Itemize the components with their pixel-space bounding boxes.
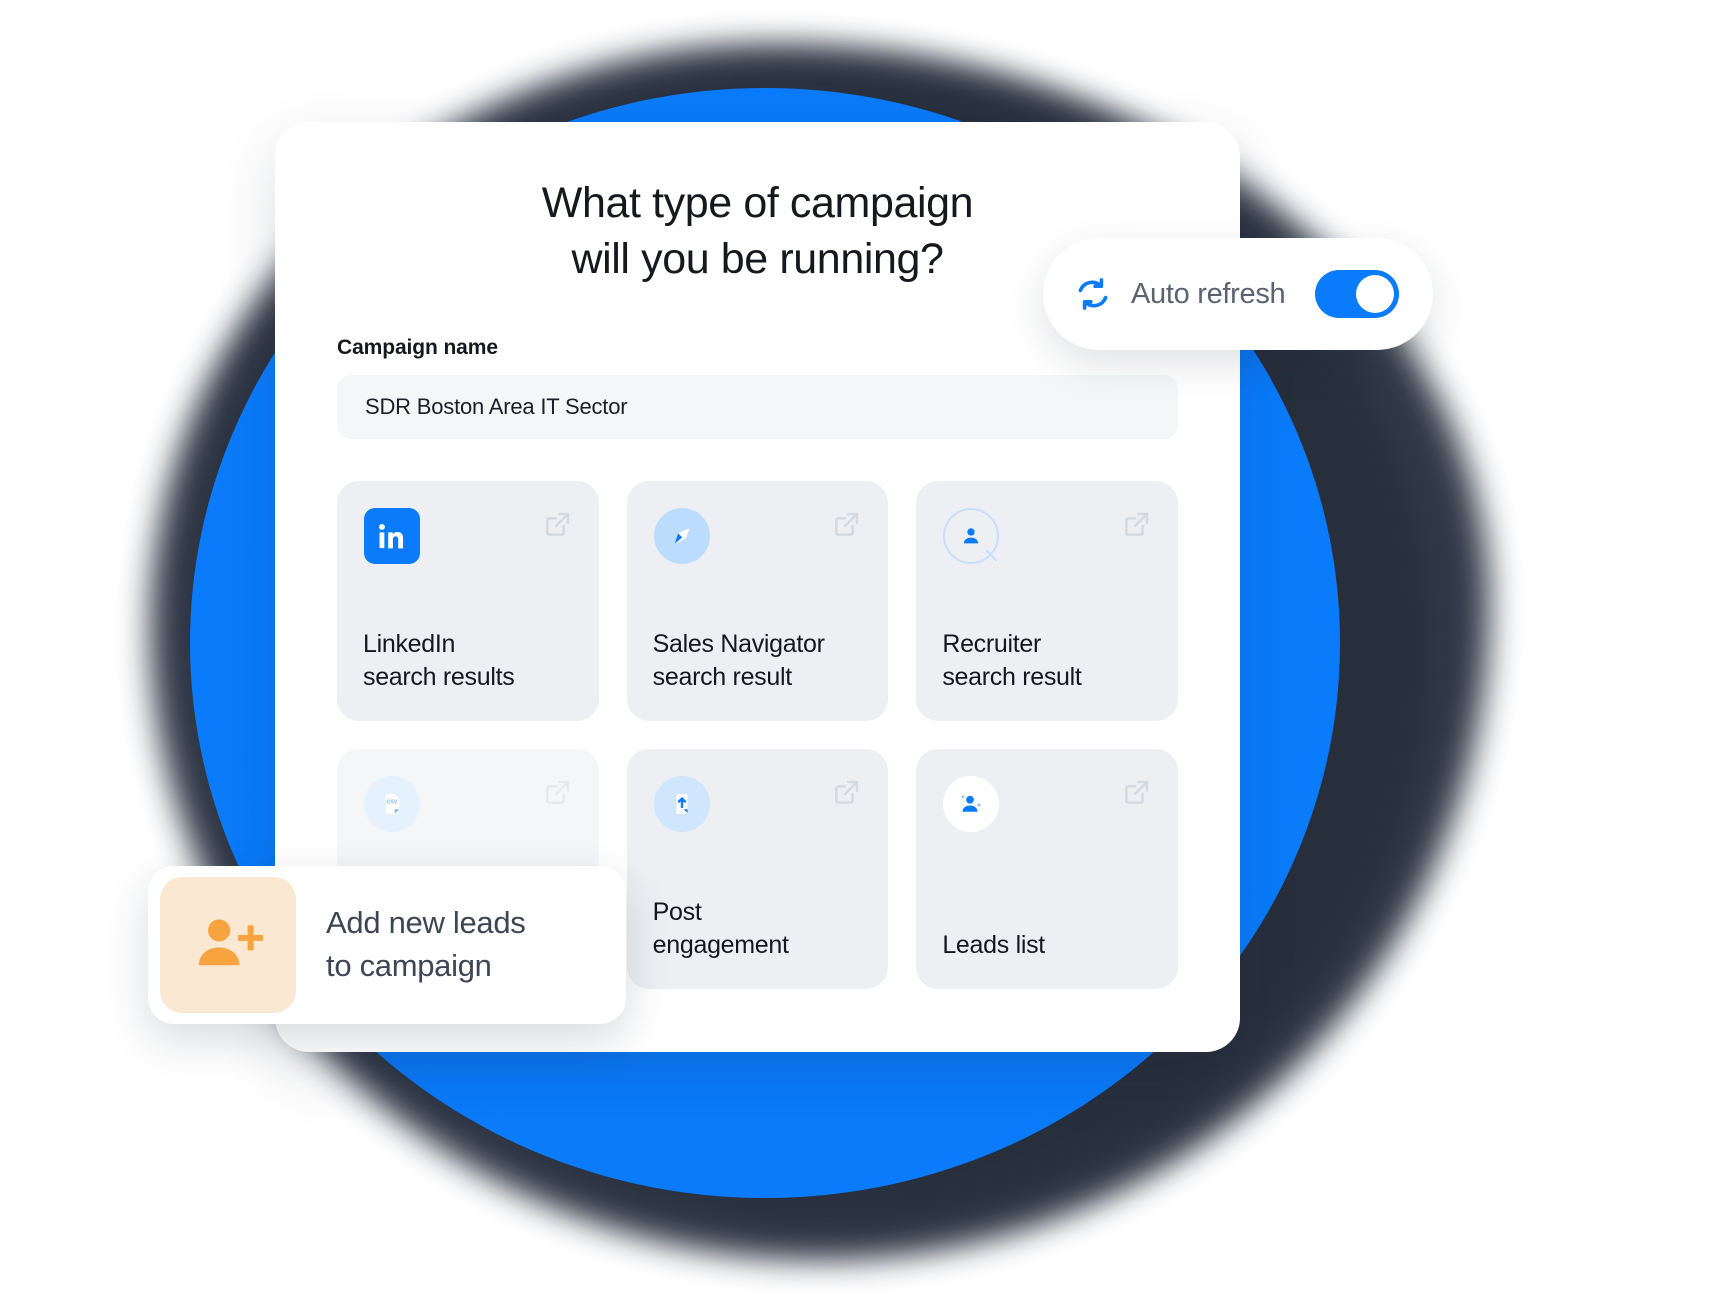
external-link-icon[interactable] bbox=[1122, 777, 1152, 807]
screenshot-stage: What type of campaign will you be runnin… bbox=[0, 0, 1710, 1299]
compass-icon bbox=[653, 507, 711, 565]
campaign-name-input[interactable] bbox=[337, 374, 1178, 439]
add-new-leads-label: Add new leads to campaign bbox=[326, 905, 526, 983]
auto-refresh-toggle[interactable] bbox=[1315, 270, 1399, 318]
external-link-icon[interactable] bbox=[832, 509, 862, 539]
document-upload-icon bbox=[653, 775, 711, 833]
toggle-knob bbox=[1356, 275, 1394, 313]
campaign-name-label: Campaign name bbox=[337, 335, 498, 359]
auto-refresh-label: Auto refresh bbox=[1131, 277, 1286, 310]
campaign-type-card-linkedin[interactable]: LinkedIn search results bbox=[337, 480, 599, 721]
card-label: Recruiter search result bbox=[942, 629, 1082, 692]
campaign-type-card-sales-navigator[interactable]: Sales Navigator search result bbox=[626, 480, 889, 721]
person-search-icon bbox=[942, 507, 1000, 565]
refresh-icon bbox=[1075, 276, 1111, 312]
csv-file-icon: CSV bbox=[363, 775, 421, 833]
linkedin-icon bbox=[363, 507, 421, 565]
campaign-type-card-recruiter[interactable]: Recruiter search result bbox=[916, 480, 1178, 721]
page-title: What type of campaign will you be runnin… bbox=[541, 179, 974, 283]
external-link-icon[interactable] bbox=[543, 777, 573, 807]
card-label: Post engagement bbox=[652, 897, 789, 960]
auto-refresh-pill[interactable]: Auto refresh bbox=[1043, 238, 1433, 350]
external-link-icon[interactable] bbox=[1122, 509, 1152, 539]
card-label: Leads list bbox=[942, 931, 1045, 960]
external-link-icon[interactable] bbox=[543, 509, 573, 539]
svg-text:CSV: CSV bbox=[387, 799, 398, 805]
person-add-icon bbox=[160, 877, 296, 1013]
campaign-type-card-leads-list[interactable]: Leads list bbox=[916, 748, 1178, 989]
add-new-leads-card[interactable]: Add new leads to campaign bbox=[148, 866, 626, 1024]
person-sparkle-icon bbox=[942, 775, 1000, 833]
card-label: Sales Navigator search result bbox=[652, 629, 825, 692]
card-label: LinkedIn search results bbox=[363, 629, 515, 692]
campaign-type-card-post-engagement[interactable]: Post engagement bbox=[626, 748, 889, 989]
external-link-icon[interactable] bbox=[832, 777, 862, 807]
